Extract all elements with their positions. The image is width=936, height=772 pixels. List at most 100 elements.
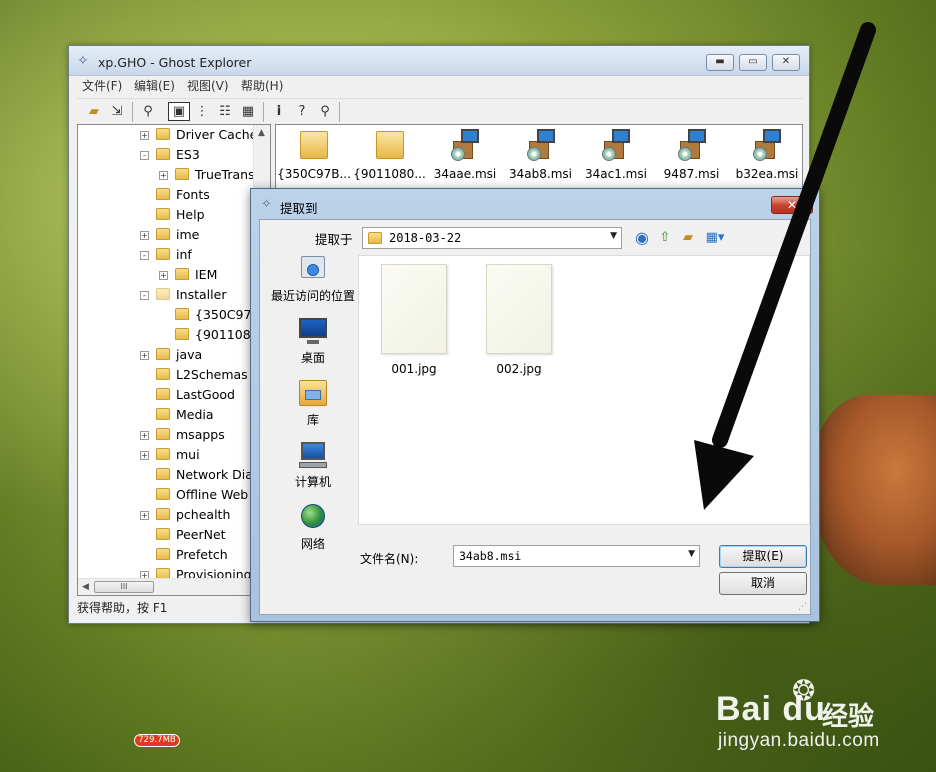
annotation-arrow — [694, 22, 876, 510]
watermark-url: jingyan.baidu.com — [718, 730, 880, 751]
scroll-left-arrow-icon[interactable]: ◀ — [82, 582, 89, 592]
folder-icon — [156, 348, 170, 360]
filename-value: 34ab8.msi — [459, 549, 522, 563]
tree-item-label: Offline Web — [176, 487, 249, 502]
folder-icon — [156, 148, 170, 160]
place-label: 计算机 — [294, 475, 331, 489]
toolbar-separator — [339, 102, 340, 122]
place-label: 网络 — [300, 537, 325, 551]
tree-horizontal-scrollbar[interactable]: ◀ III ▶ — [78, 578, 270, 595]
libraries-icon — [297, 378, 329, 408]
scroll-thumb[interactable]: III — [94, 581, 154, 593]
folder-icon — [156, 288, 170, 300]
ghost-app-icon: ✧ — [77, 53, 89, 69]
expand-icon[interactable]: + — [140, 431, 149, 440]
tree-item-label: L2Schemas — [176, 367, 248, 382]
tree-item-label: pchealth — [176, 507, 231, 522]
folder-icon — [156, 528, 170, 540]
expand-icon[interactable]: + — [140, 131, 149, 140]
place-network[interactable]: 网络 — [268, 502, 358, 552]
expand-icon[interactable]: + — [140, 351, 149, 360]
menu-view[interactable]: 视图(V) — [187, 77, 229, 94]
look-in-label: 提取于 — [315, 232, 353, 247]
menu-edit[interactable]: 编辑(E) — [134, 77, 175, 94]
extract-button[interactable]: 提取(E) — [719, 545, 807, 568]
tree-item-label: java — [176, 347, 203, 362]
watermark-cn: 经验 — [822, 702, 875, 732]
filename-input[interactable]: 34ab8.msi ▼ — [453, 545, 700, 567]
up-folder-icon[interactable]: ⇧ — [655, 228, 675, 248]
file-item[interactable]: 002.jpg — [484, 264, 554, 376]
look-in-value: 2018-03-22 — [389, 231, 462, 245]
folder-icon — [368, 232, 382, 244]
folder-icon — [156, 508, 170, 520]
file-name: 34ac1.msi — [585, 167, 647, 181]
folder-icon — [156, 448, 170, 460]
file-item[interactable]: 34aae.msi — [427, 129, 503, 181]
folder-icon — [156, 368, 170, 380]
tree-item-label: TrueTrans — [195, 167, 255, 182]
tree-item-label: Driver Cache — [176, 127, 258, 142]
file-item[interactable]: {350C97B... — [276, 129, 352, 181]
list-view-icon[interactable]: ☷ — [214, 102, 236, 122]
expand-icon[interactable]: + — [140, 231, 149, 240]
antenna-icon[interactable]: ⚲ — [314, 102, 336, 122]
expand-icon[interactable]: + — [140, 511, 149, 520]
menu-help[interactable]: 帮助(H) — [241, 77, 283, 94]
place-recent[interactable]: 最近访问的位置 — [268, 254, 358, 304]
info-icon[interactable]: i — [268, 102, 290, 122]
chevron-down-icon[interactable]: ▼ — [688, 549, 695, 559]
cancel-button[interactable]: 取消 — [719, 572, 807, 595]
resize-grip-icon[interactable]: ⋰ — [798, 602, 807, 612]
folder-icon — [156, 228, 170, 240]
folder-icon — [156, 468, 170, 480]
open-folder-icon[interactable]: ▰ — [83, 102, 105, 122]
window-title: xp.GHO - Ghost Explorer — [98, 55, 252, 70]
chevron-down-icon[interactable]: ▼ — [610, 231, 617, 241]
folder-icon — [156, 188, 170, 200]
tree-item-label: inf — [176, 247, 192, 262]
folder-icon — [156, 128, 170, 140]
expand-icon[interactable]: + — [159, 171, 168, 180]
small-icons-view-icon[interactable]: ⋮ — [191, 102, 213, 122]
tree-item-label: PeerNet — [176, 527, 226, 542]
recent-places-icon — [297, 254, 329, 284]
tree-item-label: IEM — [195, 267, 218, 282]
look-in-combo[interactable]: 2018-03-22 ▼ — [362, 227, 622, 249]
collapse-icon[interactable]: - — [140, 151, 149, 160]
file-item[interactable]: 34ab8.msi — [503, 129, 579, 181]
expand-icon[interactable]: + — [159, 271, 168, 280]
filename-label: 文件名(N): — [360, 552, 419, 566]
network-icon — [297, 502, 329, 532]
help-icon[interactable]: ? — [291, 102, 313, 122]
msi-installer-icon — [525, 129, 557, 161]
menu-file[interactable]: 文件(F) — [82, 77, 122, 94]
tree-item-label: ES3 — [176, 147, 200, 162]
file-item[interactable]: 34ac1.msi — [578, 129, 654, 181]
large-icons-view-icon[interactable]: ▣ — [168, 102, 190, 121]
search-icon[interactable]: ⚲ — [137, 102, 159, 122]
details-view-icon[interactable]: ▦ — [237, 102, 259, 122]
folder-icon — [156, 428, 170, 440]
place-label: 库 — [306, 413, 319, 427]
scroll-up-arrow-icon[interactable]: ▲ — [258, 128, 265, 138]
collapse-icon[interactable]: - — [140, 251, 149, 260]
file-name: 34aae.msi — [433, 167, 497, 181]
place-libraries[interactable]: 库 — [268, 378, 358, 428]
image-thumbnail — [486, 264, 552, 354]
file-item[interactable]: {9011080... — [352, 129, 428, 181]
place-computer[interactable]: 计算机 — [268, 440, 358, 490]
back-icon[interactable]: ◉ — [632, 228, 652, 248]
tree-item-label: Help — [176, 207, 205, 222]
collapse-icon[interactable]: - — [140, 291, 149, 300]
extract-icon[interactable]: ⇲ — [106, 102, 128, 122]
tree-item-label: ime — [176, 227, 200, 242]
tree-item-label: msapps — [176, 427, 225, 442]
folder-icon — [156, 208, 170, 220]
expand-icon[interactable]: + — [140, 451, 149, 460]
toolbar-separator — [132, 102, 133, 122]
place-desktop[interactable]: 桌面 — [268, 316, 358, 366]
folder-icon — [175, 268, 189, 280]
file-item[interactable]: 001.jpg — [379, 264, 449, 376]
folder-tree[interactable]: + Driver Cache - ES3 + TrueTrans Fonts Help + ime… — [77, 124, 271, 596]
